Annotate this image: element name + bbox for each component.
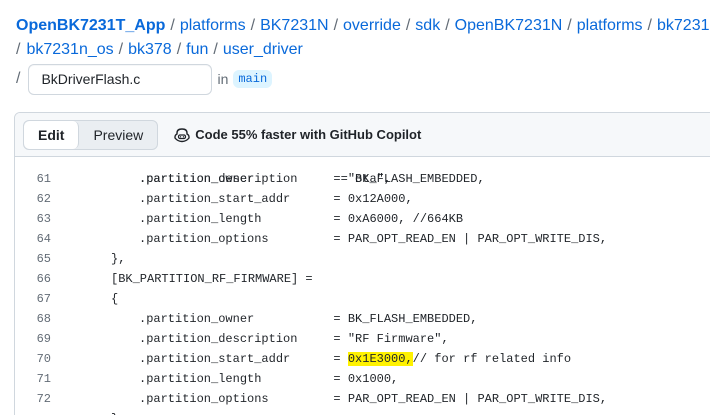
branch-badge[interactable]: main <box>233 70 273 88</box>
code-line: 69 .partition_description = "RF Firmware"… <box>15 329 710 349</box>
breadcrumb-separator: / <box>405 17 411 34</box>
code-line: 68 .partition_owner = BK_FLASH_EMBEDDED, <box>15 309 710 329</box>
breadcrumb-separator: / <box>176 41 182 58</box>
breadcrumb-link-override[interactable]: override <box>343 17 401 34</box>
breadcrumb-repo-link[interactable]: OpenBK7231T_App <box>16 17 165 34</box>
code-line: 70 .partition_start_addr = 0x1E3000,// fo… <box>15 349 710 369</box>
copilot-promo[interactable]: Code 55% faster with GitHub Copilot <box>174 127 421 143</box>
line-number: 68 <box>36 312 51 326</box>
code-text: }, <box>111 409 125 415</box>
code-line: 66 [BK_PARTITION_RF_FIRMWARE] = <box>15 269 710 289</box>
line-number: 66 <box>36 272 51 286</box>
code-text: .partition_owner = BK_FLASH_EMBEDDED, <box>139 312 478 326</box>
code-line-partial-bottom: }, <box>15 409 710 415</box>
breadcrumb-row-1: OpenBK7231T_App / platforms / BK7231N / overri… <box>16 14 710 38</box>
line-number: 69 <box>36 332 51 346</box>
filename-input[interactable] <box>28 63 213 95</box>
code-text: .partition_start_addr = 0x12A000, <box>139 192 413 206</box>
line-number: 64 <box>36 232 51 246</box>
line-number: 71 <box>36 372 51 386</box>
breadcrumb-link-sdk[interactable]: sdk <box>415 17 440 34</box>
breadcrumb-separator: / <box>16 41 21 58</box>
code-line: 64 .partition_options = PAR_OPT_READ_EN |… <box>15 229 710 249</box>
breadcrumb-link-platforms[interactable]: platforms <box>180 17 246 34</box>
code-line: 63 .partition_length = 0xA6000, //664KB <box>15 209 710 229</box>
code-line: 72 .partition_options = PAR_OPT_READ_EN |… <box>15 389 710 409</box>
line-number: 70 <box>36 352 51 366</box>
breadcrumb-separator: / <box>567 17 572 34</box>
code-line: 61 .partition_description = "ota", <box>15 169 710 189</box>
breadcrumb-link-openbk7231n[interactable]: OpenBK7231N <box>455 17 563 34</box>
breadcrumb-link-user-driver[interactable]: user_driver <box>223 41 303 58</box>
breadcrumb-separator: / <box>647 17 652 34</box>
code-text: .partition_length = 0x1000, <box>139 372 399 386</box>
code-text: .partition_description = "ota", <box>139 172 392 186</box>
code-text: .partition_start_addr = 0x1E3000,// for … <box>139 349 571 369</box>
code-line: 71 .partition_length = 0x1000, <box>15 369 710 389</box>
code-line: 62 .partition_start_addr = 0x12A000, <box>15 189 710 209</box>
code-text: }, <box>111 252 126 266</box>
breadcrumb-separator: / <box>16 70 21 87</box>
code-text: { <box>111 292 119 306</box>
breadcrumb-separator: / <box>445 17 450 34</box>
filename-row: / in main <box>16 63 273 95</box>
github-file-editor-page: OpenBK7231T_App / platforms / BK7231N / overri… <box>0 0 710 415</box>
line-number: 62 <box>36 192 51 206</box>
code-text: [BK_PARTITION_RF_FIRMWARE] = <box>111 272 313 286</box>
breadcrumb-separator: / <box>118 41 124 58</box>
code-text: .partition_description = "RF Firmware", <box>139 332 449 346</box>
copilot-label: Code 55% faster with GitHub Copilot <box>195 127 422 142</box>
line-number: 63 <box>36 212 51 226</box>
copilot-icon <box>174 127 190 142</box>
code-comment: // for rf related info <box>412 352 572 366</box>
breadcrumb-link-fun[interactable]: fun <box>186 41 208 58</box>
breadcrumb-row-2: / bk7231n_os / bk378/fun / user_driver <box>16 38 708 62</box>
code-text: .partition_options = PAR_OPT_READ_EN | P… <box>139 232 608 246</box>
breadcrumb-separator: / <box>250 17 256 34</box>
line-number: 67 <box>36 292 51 306</box>
breadcrumb: OpenBK7231T_App / platforms / BK7231N / overri… <box>16 14 710 62</box>
breadcrumb-link-bk7231n[interactable]: bk7231n <box>657 17 710 34</box>
code-editor: Edit Preview Code 55% faster with GitHub… <box>14 112 710 415</box>
edit-preview-tabs: Edit Preview <box>23 119 159 150</box>
in-label: in <box>217 71 229 87</box>
code-text: .partition_length = 0xA6000, //664KB <box>139 212 464 226</box>
code-line: 65}, <box>15 249 710 269</box>
breadcrumb-separator: / <box>333 17 339 34</box>
breadcrumb-separator: / <box>213 41 218 58</box>
breadcrumb-separator: / <box>170 17 175 34</box>
code-text-segment: .partition_start_addr = <box>139 352 348 366</box>
code-line-partial-top: .partition_owner = BK_FLASH_EMBEDDED, <box>15 149 710 186</box>
breadcrumb-link-bk7231n-os[interactable]: bk7231n_os <box>26 41 113 58</box>
line-number: 61 <box>36 172 51 186</box>
tab-preview[interactable]: Preview <box>79 121 157 149</box>
tab-edit[interactable]: Edit <box>24 120 80 149</box>
breadcrumb-link-bk7231n-upper[interactable]: BK7231N <box>260 17 329 34</box>
highlighted-value: 0x1E3000, <box>347 352 413 366</box>
line-number: 65 <box>36 252 51 266</box>
code-line: 67 { <box>15 289 710 309</box>
breadcrumb-link-bk378[interactable]: bk378 <box>128 41 172 58</box>
line-number: 72 <box>36 392 51 406</box>
code-text: .partition_options = PAR_OPT_READ_EN | P… <box>139 392 608 406</box>
breadcrumb-link-platforms-2[interactable]: platforms <box>577 17 643 34</box>
